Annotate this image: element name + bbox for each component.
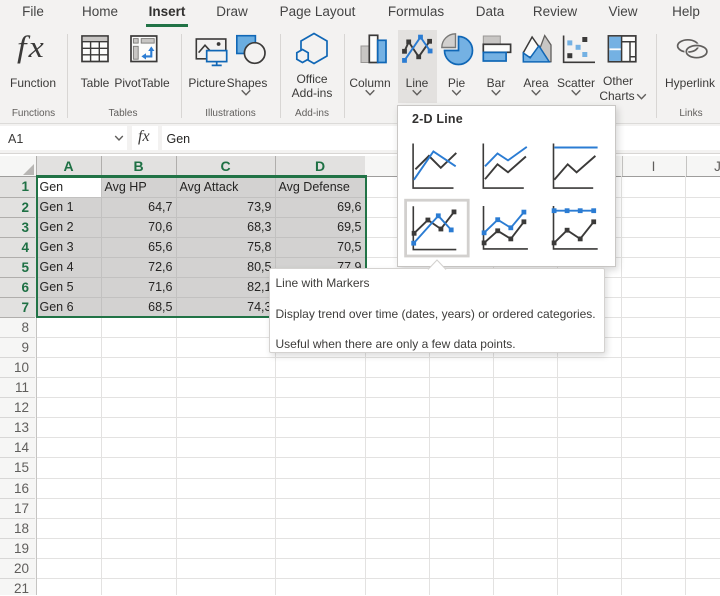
svg-text:fx: fx (17, 29, 46, 64)
